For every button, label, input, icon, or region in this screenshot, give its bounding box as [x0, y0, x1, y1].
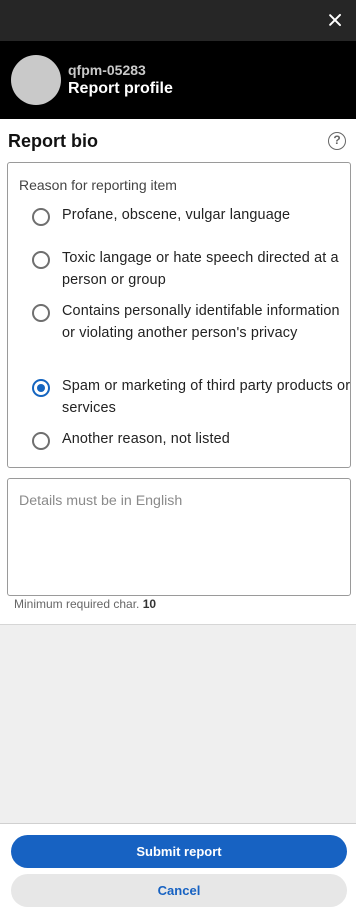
avatar: [11, 55, 61, 105]
reason-option-toxic[interactable]: Toxic langage or hate speech directed at…: [8, 248, 350, 292]
details-field-wrapper: [7, 478, 351, 596]
reason-option-label: Spam or marketing of third party product…: [62, 378, 351, 416]
reason-option-other[interactable]: Another reason, not listed: [8, 429, 350, 453]
submit-report-button[interactable]: Submit report: [11, 835, 347, 868]
reason-legend: Reason for reporting item: [19, 177, 177, 193]
footer-actions: Submit report Cancel: [0, 823, 356, 916]
reason-option-label: Toxic langage or hate speech directed at…: [62, 250, 339, 288]
min-char-value: 10: [142, 597, 157, 611]
radio-button[interactable]: [32, 379, 50, 397]
radio-button[interactable]: [32, 251, 50, 269]
radio-button[interactable]: [32, 432, 50, 450]
reason-option-label: Another reason, not listed: [62, 431, 230, 447]
details-input[interactable]: [8, 479, 350, 595]
reason-option-spam[interactable]: Spam or marketing of third party product…: [8, 376, 350, 420]
min-char-label: Minimum required char.: [14, 597, 143, 611]
radio-button[interactable]: [32, 208, 50, 226]
reason-option-label: Contains personally identifable informat…: [62, 303, 340, 341]
radio-button[interactable]: [32, 304, 50, 322]
report-panel: Report bio ? Reason for reporting item P…: [0, 119, 356, 625]
help-icon[interactable]: ?: [328, 132, 346, 150]
profile-title: Report profile: [68, 80, 173, 97]
reason-option-profane[interactable]: Profane, obscene, vulgar language: [8, 205, 350, 229]
reason-option-personal-info[interactable]: Contains personally identifable informat…: [8, 301, 350, 367]
reason-option-label: Profane, obscene, vulgar language: [62, 207, 291, 223]
close-icon[interactable]: [324, 9, 346, 31]
profile-username: qfpm-05283: [68, 62, 146, 78]
page-title: Report bio: [8, 131, 98, 151]
reason-fieldset: Reason for reporting item Profane, obsce…: [7, 162, 351, 468]
top-bar: [0, 0, 356, 41]
min-char-hint: Minimum required char. 10: [14, 597, 156, 611]
profile-header: qfpm-05283 Report profile: [0, 41, 356, 119]
cancel-button[interactable]: Cancel: [11, 874, 347, 907]
